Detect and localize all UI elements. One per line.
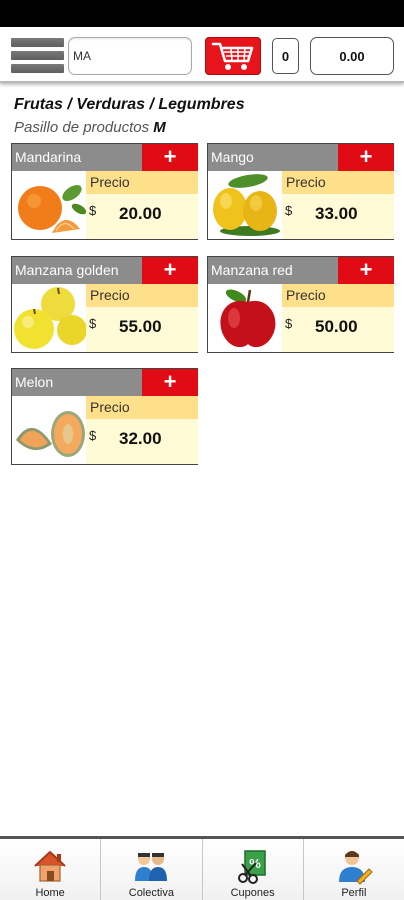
product-price: 33.00	[315, 204, 358, 223]
house-icon	[34, 851, 66, 882]
nav-perfil[interactable]: Perfil	[304, 839, 404, 900]
add-to-cart-button[interactable]: +	[142, 257, 198, 284]
add-to-cart-button[interactable]: +	[338, 257, 394, 284]
add-to-cart-button[interactable]: +	[142, 369, 198, 396]
mandarin-image	[18, 185, 86, 233]
cart-count: 0	[272, 38, 299, 74]
cart-total[interactable]: 0.00	[310, 37, 394, 75]
nav-cupones[interactable]: % Cupones	[203, 839, 304, 900]
add-to-cart-button[interactable]: +	[338, 144, 394, 171]
product-name: Manzana red	[208, 257, 338, 284]
product-name: Manzana golden	[12, 257, 142, 284]
currency-symbol: $	[285, 203, 293, 218]
currency-symbol: $	[89, 316, 97, 331]
search-input[interactable]	[68, 37, 192, 75]
product-name: Mango	[208, 144, 338, 171]
nav-colectiva[interactable]: Colectiva	[101, 839, 203, 900]
bottom-navigation: Home Colectiva % Cupones Perfil	[0, 836, 404, 900]
price-label: Precio	[282, 284, 394, 307]
nav-home[interactable]: Home	[0, 839, 102, 900]
top-toolbar: 0 0.00	[0, 27, 404, 83]
product-price: 50.00	[315, 317, 358, 336]
product-card[interactable]: Manzana red + Precio $ 50.00	[207, 256, 394, 353]
coupon-icon: %	[237, 850, 266, 884]
currency-symbol: $	[89, 428, 97, 443]
aisle-subtitle: Pasillo de productos M	[14, 119, 166, 136]
price-label: Precio	[86, 171, 198, 194]
add-to-cart-button[interactable]: +	[142, 144, 198, 171]
price-area: $ 32.00	[86, 419, 198, 464]
price-label: Precio	[282, 171, 394, 194]
currency-symbol: $	[285, 316, 293, 331]
nav-perfil-label: Perfil	[341, 887, 367, 899]
price-label: Precio	[86, 284, 198, 307]
product-card[interactable]: Mandarina + Precio $ 20.00	[11, 143, 198, 240]
menu-button[interactable]	[11, 37, 64, 75]
cart-button[interactable]	[205, 37, 261, 75]
product-name: Mandarina	[12, 144, 142, 171]
product-card[interactable]: Manzana golden + Precio $ 55.00	[11, 256, 198, 353]
product-price: 32.00	[119, 429, 162, 448]
red-apple-image	[220, 289, 276, 348]
product-name: Melon	[12, 369, 142, 396]
product-card[interactable]: Melon + Precio $ 32.00	[11, 368, 198, 465]
nav-colectiva-label: Colectiva	[128, 887, 174, 899]
shopping-cart-icon	[211, 42, 254, 70]
status-bar	[0, 0, 404, 27]
price-area: $ 33.00	[282, 194, 394, 239]
golden-apple-image	[14, 287, 86, 349]
price-area: $ 50.00	[282, 307, 394, 352]
mango-image	[213, 174, 280, 236]
price-label: Precio	[86, 396, 198, 419]
nav-cupones-label: Cupones	[230, 887, 275, 899]
product-price: 55.00	[119, 317, 162, 336]
price-area: $ 20.00	[86, 194, 198, 239]
category-title: Frutas / Verduras / Legumbres	[14, 96, 245, 113]
product-price: 20.00	[119, 204, 162, 223]
price-area: $ 55.00	[86, 307, 198, 352]
people-icon	[135, 853, 168, 881]
melon-image	[16, 411, 85, 457]
user-edit-icon	[338, 851, 373, 885]
nav-home-label: Home	[35, 887, 65, 899]
product-card[interactable]: Mango + Precio $ 33.00	[207, 143, 394, 240]
currency-symbol: $	[89, 203, 97, 218]
